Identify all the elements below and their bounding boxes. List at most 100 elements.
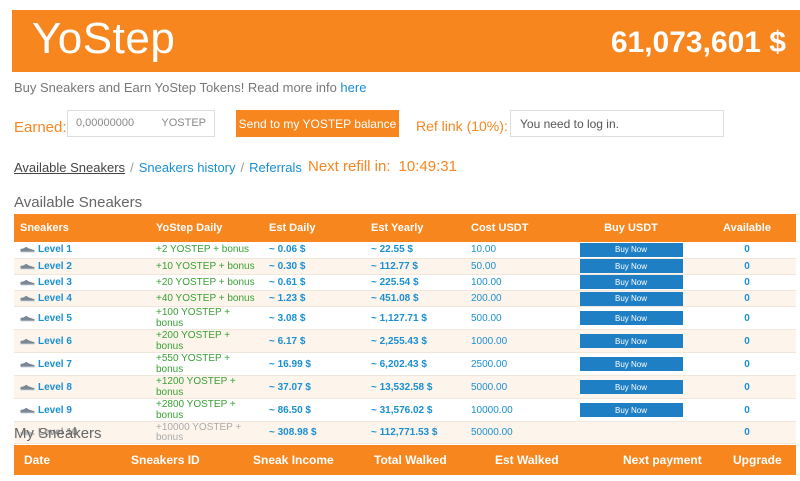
est-yearly-value: ~ 1,127.71 $ xyxy=(365,306,465,331)
est-yearly-value: ~ 225.54 $ xyxy=(365,274,465,292)
est-daily-value: ~ 6.17 $ xyxy=(263,329,365,354)
available-value: 0 xyxy=(698,398,796,423)
level-cell: Level 9 xyxy=(14,398,150,423)
buy-now-button[interactable]: Buy Now xyxy=(579,357,683,372)
next-refill: Next refill in: 10:49:31 xyxy=(308,158,457,175)
buy-now-button[interactable]: Buy Now xyxy=(579,242,683,257)
sneaker-icon xyxy=(20,338,35,345)
yostep-daily-value: +550 YOSTEP + bonus xyxy=(150,352,263,377)
available-value: 0 xyxy=(698,306,796,331)
earned-value: 0,00000000 xyxy=(76,117,135,129)
table-row: Level 1 +2 YOSTEP + bonus ~ 0.06 $ ~ 22.55 … xyxy=(14,242,796,259)
level-name[interactable]: Level 2 xyxy=(38,261,72,272)
nav-available-sneakers[interactable]: Available Sneakers xyxy=(14,160,125,175)
buy-cell: Buy Now xyxy=(564,274,698,292)
buy-cell: Buy Now xyxy=(564,290,698,308)
available-sneakers-title: Available Sneakers xyxy=(14,194,143,211)
table-row: Level 10 +10000 YOSTEP + bonus ~ 308.98 $ ~… xyxy=(14,421,796,445)
earned-field: 0,00000000 YOSTEP xyxy=(67,110,215,137)
yostep-daily-value: +200 YOSTEP + bonus xyxy=(150,329,263,354)
buy-now-button[interactable]: Buy Now xyxy=(579,291,683,306)
level-name[interactable]: Level 6 xyxy=(38,336,72,347)
col-sneak-income: Sneak Income xyxy=(243,445,364,475)
ref-link-field[interactable]: You need to log in. xyxy=(510,110,724,137)
buy-cell: Buy Now xyxy=(564,352,698,377)
refill-timer: 10:49:31 xyxy=(398,158,457,175)
buy-cell: Buy Now xyxy=(564,242,698,259)
col-available: Available xyxy=(698,214,796,242)
table-row: Level 5 +100 YOSTEP + bonus ~ 3.08 $ ~ 1,12… xyxy=(14,306,796,331)
brand-logo[interactable]: YoStep xyxy=(32,14,175,64)
available-value: 0 xyxy=(698,274,796,292)
buy-cell: Buy Now xyxy=(564,375,698,400)
level-name[interactable]: Level 9 xyxy=(38,405,72,416)
level-name[interactable]: Level 3 xyxy=(38,277,72,288)
level-name[interactable]: Level 4 xyxy=(38,293,72,304)
buy-now-button[interactable]: Buy Now xyxy=(579,311,683,326)
col-est-daily: Est Daily xyxy=(263,214,365,242)
total-balance: 61,073,601 $ xyxy=(610,26,786,59)
level-name[interactable]: Level 7 xyxy=(38,359,72,370)
est-daily-value: ~ 37.07 $ xyxy=(263,375,365,400)
est-daily-value: ~ 16.99 $ xyxy=(263,352,365,377)
cost-usdt-value: 2500.00 xyxy=(465,352,564,377)
est-yearly-value: ~ 6,202.43 $ xyxy=(365,352,465,377)
col-cost-usdt: Cost USDT xyxy=(465,214,564,242)
level-cell: Level 1 xyxy=(14,242,150,259)
yostep-daily-value: +20 YOSTEP + bonus xyxy=(150,274,263,292)
my-sneakers-table: Date Sneakers ID Sneak Income Total Walk… xyxy=(14,445,796,475)
level-cell: Level 3 xyxy=(14,274,150,292)
level-name[interactable]: Level 8 xyxy=(38,382,72,393)
send-to-balance-button[interactable]: Send to my YOSTEP balance xyxy=(236,110,399,137)
cost-usdt-value: 5000.00 xyxy=(465,375,564,400)
sneaker-icon xyxy=(20,295,35,302)
cost-usdt-value: 10000.00 xyxy=(465,398,564,423)
buy-now-button[interactable]: Buy Now xyxy=(579,334,683,349)
refill-label: Next refill in: xyxy=(308,158,391,175)
nav-referrals[interactable]: Referrals xyxy=(249,160,302,175)
level-cell: Level 2 xyxy=(14,258,150,275)
level-name[interactable]: Level 5 xyxy=(38,313,72,324)
col-est-walked: Est Walked xyxy=(485,445,613,475)
col-buy-usdt: Buy USDT xyxy=(564,214,698,242)
level-name[interactable]: Level 1 xyxy=(38,244,72,255)
est-daily-value: ~ 0.30 $ xyxy=(263,258,365,275)
info-link[interactable]: here xyxy=(340,80,366,95)
est-yearly-value: ~ 112,771.53 $ xyxy=(365,421,465,445)
est-yearly-value: ~ 22.55 $ xyxy=(365,242,465,259)
available-sneakers-table: Sneakers YoStep Daily Est Daily Est Year… xyxy=(14,214,796,445)
table-header-row: Sneakers YoStep Daily Est Daily Est Year… xyxy=(14,214,796,242)
buy-cell: Buy Now xyxy=(564,258,698,275)
table-row: Level 2 +10 YOSTEP + bonus ~ 0.30 $ ~ 112.7… xyxy=(14,258,796,275)
earned-unit: YOSTEP xyxy=(161,117,206,129)
buy-now-button[interactable]: Buy Now xyxy=(579,380,683,395)
col-sneakers: Sneakers xyxy=(14,214,150,242)
available-value: 0 xyxy=(698,329,796,354)
sneaker-icon xyxy=(20,384,35,391)
est-daily-value: ~ 1.23 $ xyxy=(263,290,365,308)
table-row: Level 7 +550 YOSTEP + bonus ~ 16.99 $ ~ 6,2… xyxy=(14,352,796,377)
sneakers-nav: Available Sneakers / Sneakers history / Refe… xyxy=(14,160,302,175)
col-next-payment: Next payment xyxy=(613,445,723,475)
buy-cell: Buy Now xyxy=(564,398,698,423)
table-header-row: Date Sneakers ID Sneak Income Total Walk… xyxy=(14,445,796,475)
buy-now-button[interactable]: Buy Now xyxy=(579,259,683,274)
est-yearly-value: ~ 2,255.43 $ xyxy=(365,329,465,354)
cost-usdt-value: 100.00 xyxy=(465,274,564,292)
sneaker-icon xyxy=(20,407,35,414)
yostep-daily-value: +2 YOSTEP + bonus xyxy=(150,242,263,259)
yostep-daily-value: +10000 YOSTEP + bonus xyxy=(150,421,263,445)
buy-cell: Buy Now xyxy=(564,306,698,331)
col-total-walked: Total Walked xyxy=(364,445,485,475)
buy-now-button[interactable]: Buy Now xyxy=(579,275,683,290)
level-cell: Level 7 xyxy=(14,352,150,377)
level-cell: Level 4 xyxy=(14,290,150,308)
est-daily-value: ~ 308.98 $ xyxy=(263,421,365,445)
buy-now-button[interactable]: Buy Now xyxy=(579,403,683,418)
available-value: 0 xyxy=(698,375,796,400)
nav-sneakers-history[interactable]: Sneakers history xyxy=(139,160,236,175)
yostep-daily-value: +100 YOSTEP + bonus xyxy=(150,306,263,331)
yostep-daily-value: +2800 YOSTEP + bonus xyxy=(150,398,263,423)
col-upgrade: Upgrade xyxy=(723,445,796,475)
cost-usdt-value: 500.00 xyxy=(465,306,564,331)
